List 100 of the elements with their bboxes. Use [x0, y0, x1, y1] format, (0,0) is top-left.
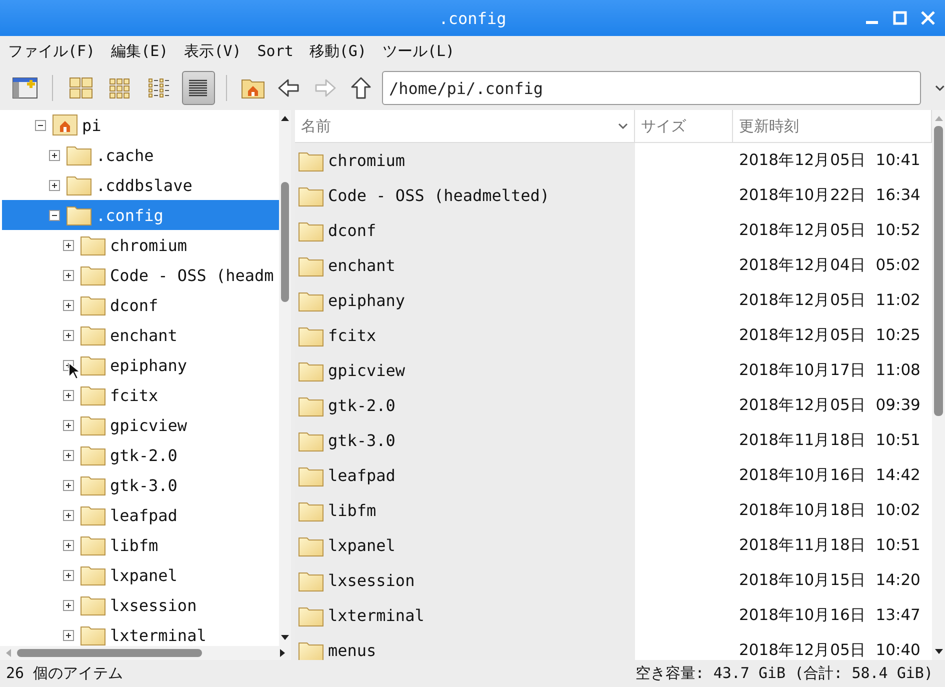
- dropdown-caret-icon[interactable]: [935, 85, 945, 91]
- expand-icon[interactable]: [63, 330, 74, 340]
- tree-item[interactable]: epiphany: [2, 350, 279, 380]
- tree-item[interactable]: lxpanel: [2, 560, 279, 590]
- tree-item[interactable]: .config: [2, 200, 279, 230]
- tree-item[interactable]: gpicview: [2, 410, 279, 440]
- folder-icon: [298, 220, 324, 242]
- folder-icon: [298, 290, 324, 312]
- modified-time: 2018年11月18日 10:51: [739, 535, 920, 556]
- expand-icon[interactable]: [63, 270, 74, 280]
- expand-icon[interactable]: [49, 180, 60, 190]
- menu-item[interactable]: 表示(V): [182, 40, 244, 62]
- free-space: 空き容量: 43.7 GiB (合計: 58.4 GiB): [635, 664, 933, 683]
- folder-icon: [80, 594, 106, 616]
- scroll-thumb[interactable]: [934, 126, 943, 416]
- menu-item[interactable]: 移動(G): [307, 40, 368, 62]
- file-name[interactable]: gpicview: [328, 361, 406, 380]
- folder-icon: [298, 534, 324, 556]
- scroll-right-icon[interactable]: [279, 648, 287, 658]
- folder-icon: [66, 174, 92, 196]
- file-name[interactable]: lxsession: [328, 571, 415, 590]
- modified-time: 2018年12月05日 10:52: [739, 220, 920, 241]
- expand-icon[interactable]: [49, 150, 60, 160]
- menu-item[interactable]: Sort: [255, 40, 296, 62]
- file-name[interactable]: fcitx: [328, 326, 376, 345]
- back-arrow-icon[interactable]: [276, 77, 301, 99]
- up-arrow-icon[interactable]: [348, 77, 373, 99]
- new-window-icon[interactable]: [12, 77, 38, 99]
- folder-icon: [80, 324, 106, 346]
- tree-item[interactable]: lxterminal: [2, 620, 279, 646]
- expand-icon[interactable]: [63, 420, 74, 430]
- folder-icon: [298, 604, 324, 626]
- folder-icon: [80, 354, 106, 376]
- file-name[interactable]: menus: [328, 641, 376, 660]
- tree-item[interactable]: leafpad: [2, 500, 279, 530]
- file-name[interactable]: gtk-3.0: [328, 431, 396, 450]
- maximize-icon[interactable]: [893, 11, 907, 25]
- menu-item[interactable]: ツール(L): [380, 40, 457, 62]
- scroll-down-icon[interactable]: [934, 648, 944, 656]
- file-name[interactable]: libfm: [328, 501, 376, 520]
- tree-item[interactable]: pi: [2, 110, 279, 140]
- scroll-thumb[interactable]: [281, 182, 289, 302]
- file-name[interactable]: gtk-2.0: [328, 396, 396, 415]
- tree-item[interactable]: gtk-2.0: [2, 440, 279, 470]
- file-name[interactable]: leafpad: [328, 466, 396, 485]
- item-count: 26 個のアイテム: [6, 664, 124, 683]
- expand-icon[interactable]: [63, 240, 74, 250]
- collapse-icon[interactable]: [49, 210, 60, 220]
- expand-icon[interactable]: [63, 300, 74, 310]
- folder-icon: [298, 500, 324, 522]
- path-field[interactable]: /home/pi/.config: [382, 71, 922, 105]
- tree-item[interactable]: gtk-3.0: [2, 470, 279, 500]
- folder-icon: [298, 150, 324, 172]
- file-name[interactable]: chromium: [328, 151, 406, 170]
- modified-time: 2018年12月05日 11:02: [739, 290, 920, 311]
- expand-icon[interactable]: [63, 570, 74, 580]
- sort-caret-icon: [618, 123, 628, 129]
- folder-icon: [66, 144, 92, 166]
- modified-time: 2018年12月05日 10:41: [739, 150, 920, 171]
- modified-time: 2018年10月17日 11:08: [739, 360, 920, 381]
- modified-time: 2018年12月04日 05:02: [739, 255, 920, 276]
- scrollbar[interactable]: [279, 110, 291, 646]
- file-name[interactable]: lxpanel: [328, 536, 396, 555]
- menu-item[interactable]: ファイル(F): [6, 40, 98, 62]
- file-name[interactable]: dconf: [328, 221, 376, 240]
- tree-item[interactable]: Code - OSS (headm: [2, 260, 279, 290]
- expand-icon[interactable]: [63, 450, 74, 460]
- horizontal-scrollbar[interactable]: [0, 646, 291, 660]
- expand-icon[interactable]: [63, 600, 74, 610]
- scroll-thumb[interactable]: [17, 649, 202, 657]
- collapse-icon[interactable]: [35, 120, 46, 130]
- modified-time: 2018年12月05日 10:25: [739, 325, 920, 346]
- tree-item[interactable]: enchant: [2, 320, 279, 350]
- scrollbar[interactable]: [932, 110, 945, 660]
- expand-icon[interactable]: [63, 510, 74, 520]
- file-name[interactable]: lxterminal: [328, 606, 424, 625]
- modified-time: 2018年10月16日 13:47: [739, 605, 920, 626]
- scroll-down-icon[interactable]: [280, 634, 290, 642]
- expand-icon[interactable]: [63, 630, 74, 640]
- file-name[interactable]: epiphany: [328, 291, 406, 310]
- file-name[interactable]: enchant: [328, 256, 396, 275]
- menu-item[interactable]: 編集(E): [109, 40, 170, 62]
- tree-item[interactable]: chromium: [2, 230, 279, 260]
- tree-item[interactable]: lxsession: [2, 590, 279, 620]
- home-folder-icon[interactable]: [240, 77, 265, 99]
- expand-icon[interactable]: [63, 540, 74, 550]
- folder-icon: [298, 254, 324, 276]
- tree-item[interactable]: .cache: [2, 140, 279, 170]
- mouse-pointer-icon: [68, 362, 80, 380]
- expand-icon[interactable]: [63, 480, 74, 490]
- detailed-list-button[interactable]: [182, 71, 215, 105]
- folder-icon: [80, 534, 106, 556]
- close-icon[interactable]: [921, 11, 935, 25]
- compact-list-icon: [147, 77, 172, 99]
- tree-item[interactable]: libfm: [2, 530, 279, 560]
- expand-icon[interactable]: [63, 390, 74, 400]
- scroll-up-icon[interactable]: [280, 114, 290, 122]
- tree-item[interactable]: dconf: [2, 290, 279, 320]
- tree-item[interactable]: .cddbslave: [2, 170, 279, 200]
- tree-item[interactable]: fcitx: [2, 380, 279, 410]
